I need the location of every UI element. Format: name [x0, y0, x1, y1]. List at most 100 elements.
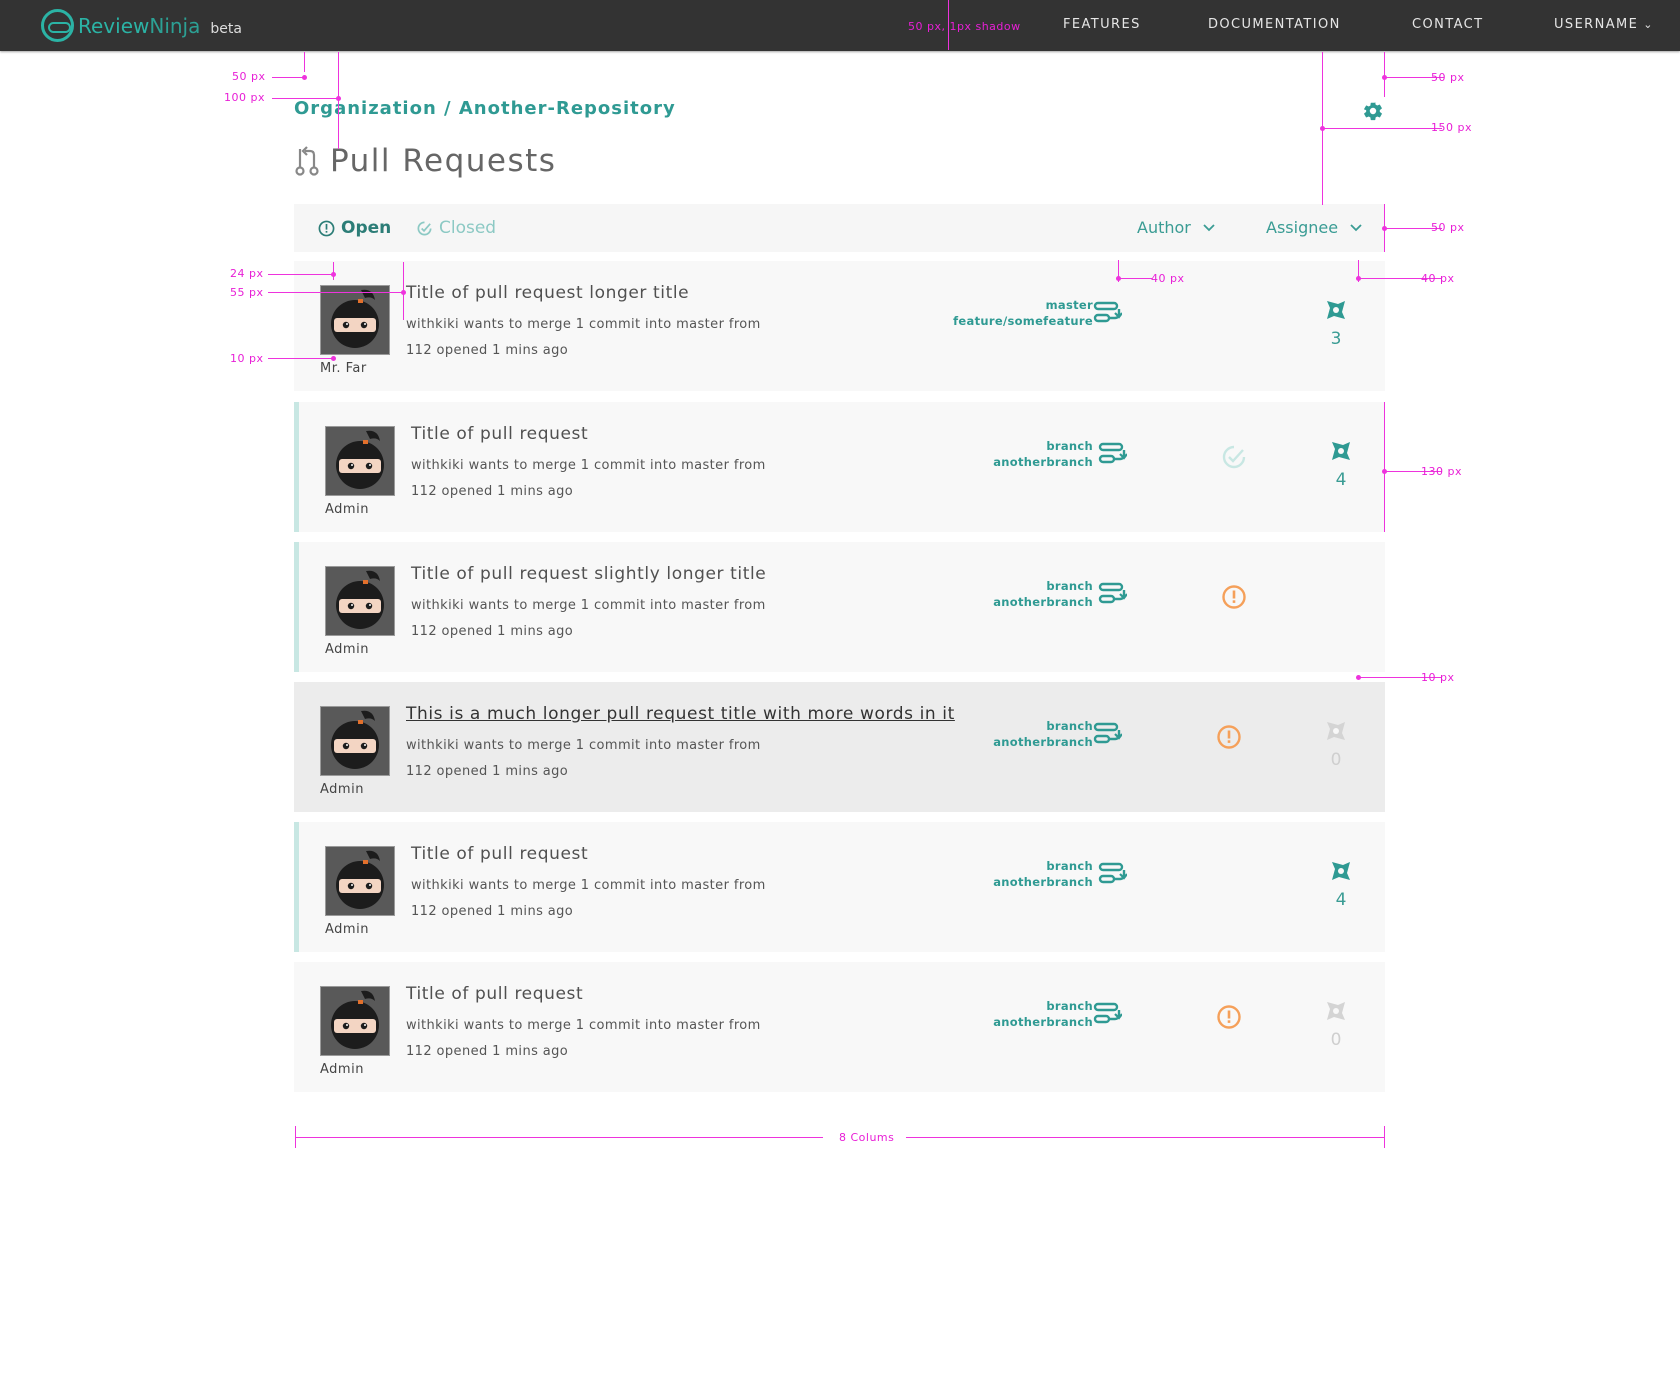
avatar[interactable] — [325, 566, 395, 636]
source-branch: anotherbranch — [993, 1015, 1093, 1029]
gear-icon[interactable] — [1362, 100, 1384, 122]
annotation-left-100: 100 px — [224, 91, 265, 104]
tab-closed[interactable]: Closed — [416, 218, 496, 238]
pull-request-title[interactable]: This is a much longer pull request title… — [406, 704, 955, 724]
open-alert-icon — [1217, 1005, 1241, 1029]
pull-request-row[interactable]: Admin This is a much longer pull request… — [294, 682, 1385, 812]
merge-branch-icon — [1098, 862, 1127, 884]
pull-request-row[interactable]: Admin Title of pull request withkiki wan… — [294, 822, 1385, 952]
pull-request-title[interactable]: Title of pull request — [411, 844, 588, 864]
alert-circle-icon — [318, 220, 335, 236]
branch-info: branch anotherbranch — [993, 718, 1093, 750]
annotation-row-130: 130 px — [1421, 465, 1462, 478]
annotation-line — [1384, 402, 1385, 532]
star-rating[interactable]: 3 — [1316, 297, 1356, 349]
pull-request-row[interactable]: Admin Title of pull request withkiki wan… — [294, 402, 1385, 532]
annotation-right-50: 50 px — [1431, 71, 1465, 84]
source-branch: anotherbranch — [993, 875, 1093, 889]
open-alert-icon — [1217, 725, 1241, 749]
merge-branch-icon — [1093, 722, 1122, 744]
pull-request-title[interactable]: Title of pull request — [406, 984, 583, 1004]
star-count: 0 — [1330, 1030, 1342, 1050]
avatar[interactable] — [320, 706, 390, 776]
branch-info: branch anotherbranch — [993, 438, 1093, 470]
annotation-topbar-spec: 50 px, 1px shadow — [908, 20, 1021, 33]
annotation-right-150: 150 px — [1431, 121, 1472, 134]
star-rating[interactable]: 4 — [1321, 438, 1361, 490]
open-alert-icon — [1222, 585, 1246, 609]
filter-bar: Open Closed Author Assignee — [294, 204, 1385, 252]
source-branch: anotherbranch — [993, 595, 1093, 609]
nav-contact-link[interactable]: CONTACT — [1412, 17, 1483, 32]
annotation-gap-10: 10 px — [1421, 671, 1455, 684]
annotation-dot — [1116, 276, 1121, 281]
pull-request-meta: 112 opened 1 mins ago — [411, 484, 574, 499]
top-navigation-bar: Review Ninja beta FEATURES DOCUMENTATION … — [0, 0, 1680, 51]
pull-request-description: withkiki wants to merge 1 commit into ma… — [411, 878, 766, 893]
author-name[interactable]: Admin — [320, 782, 364, 797]
breadcrumb[interactable]: Organization / Another-Repository — [294, 98, 676, 119]
annotation-dot — [1356, 276, 1361, 281]
avatar[interactable] — [320, 986, 390, 1056]
annotation-line — [295, 1137, 823, 1138]
annotation-line — [268, 358, 334, 359]
author-filter-label: Author — [1137, 218, 1191, 237]
star-rating[interactable]: 4 — [1321, 858, 1361, 910]
pull-request-title[interactable]: Title of pull request longer title — [406, 283, 689, 303]
nav-features-link[interactable]: FEATURES — [1063, 17, 1141, 32]
star-rating[interactable]: 0 — [1316, 718, 1356, 770]
pull-request-row[interactable]: Admin Title of pull request withkiki wan… — [294, 962, 1385, 1092]
chevron-down-icon: ⌄ — [1643, 18, 1654, 31]
page-title: Pull Requests — [330, 143, 557, 179]
pull-request-title[interactable]: Title of pull request — [411, 424, 588, 444]
user-menu[interactable]: USERNAME ⌄ — [1554, 17, 1654, 32]
annotation-row-24: 24 px — [230, 267, 264, 280]
pull-request-row[interactable]: Admin Title of pull request slightly lon… — [294, 542, 1385, 672]
author-name[interactable]: Admin — [325, 642, 369, 657]
pull-request-row[interactable]: Mr. Far Title of pull request longer tit… — [294, 261, 1385, 391]
shuriken-star-icon — [1332, 862, 1350, 880]
author-name[interactable]: Admin — [320, 1062, 364, 1077]
avatar[interactable] — [325, 846, 395, 916]
annotation-line — [1118, 278, 1152, 279]
assignee-filter-label: Assignee — [1266, 218, 1339, 237]
pull-request-meta: 112 opened 1 mins ago — [406, 764, 569, 779]
avatar[interactable] — [325, 426, 395, 496]
star-count: 3 — [1330, 329, 1342, 349]
closed-check-icon — [1222, 445, 1246, 469]
shuriken-star-icon — [1327, 1002, 1345, 1020]
shuriken-star-icon — [1327, 722, 1345, 740]
source-branch: anotherbranch — [993, 735, 1093, 749]
author-filter-dropdown[interactable]: Author — [1137, 218, 1215, 237]
tab-closed-label: Closed — [439, 218, 497, 238]
tab-open[interactable]: Open — [318, 218, 391, 238]
star-rating[interactable]: 0 — [1316, 998, 1356, 1050]
author-name[interactable]: Admin — [325, 922, 369, 937]
logo-text-ninja: Ninja — [149, 13, 201, 38]
target-branch: branch — [1046, 859, 1093, 873]
nav-documentation-link[interactable]: DOCUMENTATION — [1208, 17, 1341, 32]
shuriken-star-icon — [1332, 442, 1350, 460]
merge-branch-icon — [1098, 442, 1127, 464]
author-name[interactable]: Mr. Far — [320, 361, 367, 376]
reviewninja-logo[interactable]: Review Ninja beta — [41, 9, 242, 42]
author-name[interactable]: Admin — [325, 502, 369, 517]
merge-branch-icon — [1098, 582, 1127, 604]
annotation-dot — [1320, 126, 1325, 131]
page-header: Pull Requests — [294, 143, 556, 179]
pull-request-description: withkiki wants to merge 1 commit into ma… — [406, 738, 761, 753]
annotation-row-10: 10 px — [230, 352, 264, 365]
pull-request-meta: 112 opened 1 mins ago — [411, 904, 574, 919]
pull-request-meta: 112 opened 1 mins ago — [406, 1044, 569, 1059]
annotation-dot — [401, 290, 406, 295]
pull-request-meta: 112 opened 1 mins ago — [406, 343, 569, 358]
annotation-line — [304, 52, 305, 72]
star-count: 4 — [1335, 470, 1347, 490]
logo-text-review: Review — [78, 13, 150, 38]
annotation-line — [906, 1137, 1384, 1138]
avatar[interactable] — [320, 285, 390, 355]
assignee-filter-dropdown[interactable]: Assignee — [1266, 218, 1362, 237]
annotation-line — [268, 274, 334, 275]
annotation-row-55: 55 px — [230, 286, 264, 299]
pull-request-title[interactable]: Title of pull request slightly longer ti… — [411, 564, 766, 584]
